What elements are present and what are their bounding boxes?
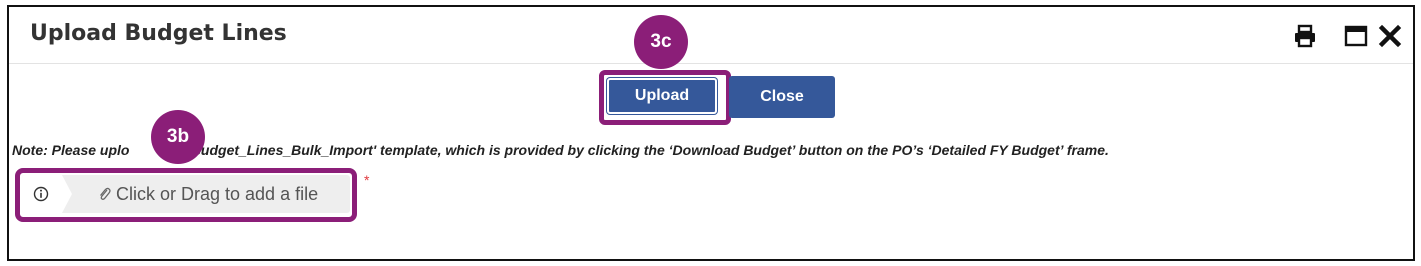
- printer-icon[interactable]: [1293, 24, 1317, 48]
- maximize-icon[interactable]: [1344, 24, 1368, 48]
- file-upload-label: Click or Drag to add a file: [116, 184, 319, 204]
- info-box: [22, 175, 72, 213]
- file-dropzone[interactable]: Click or Drag to add a file: [22, 175, 350, 213]
- dialog-header: Upload Budget Lines: [9, 7, 1413, 64]
- step-badge-3c: 3c: [634, 15, 688, 69]
- close-icon[interactable]: [1378, 24, 1402, 48]
- paperclip-icon: [99, 187, 111, 200]
- note-text-start: Note: Please uplo: [12, 142, 130, 158]
- upload-budget-lines-dialog: Upload Budget Lines: [7, 5, 1415, 261]
- note-text-end: 'Budget_Lines_Bulk_Import' template, whi…: [187, 142, 1109, 158]
- info-icon[interactable]: [33, 186, 49, 202]
- dialog-title: Upload Budget Lines: [30, 21, 287, 46]
- required-marker: *: [364, 172, 370, 188]
- close-button[interactable]: Close: [729, 76, 835, 118]
- step-badge-3b: 3b: [151, 110, 205, 164]
- upload-button[interactable]: Upload: [607, 78, 717, 114]
